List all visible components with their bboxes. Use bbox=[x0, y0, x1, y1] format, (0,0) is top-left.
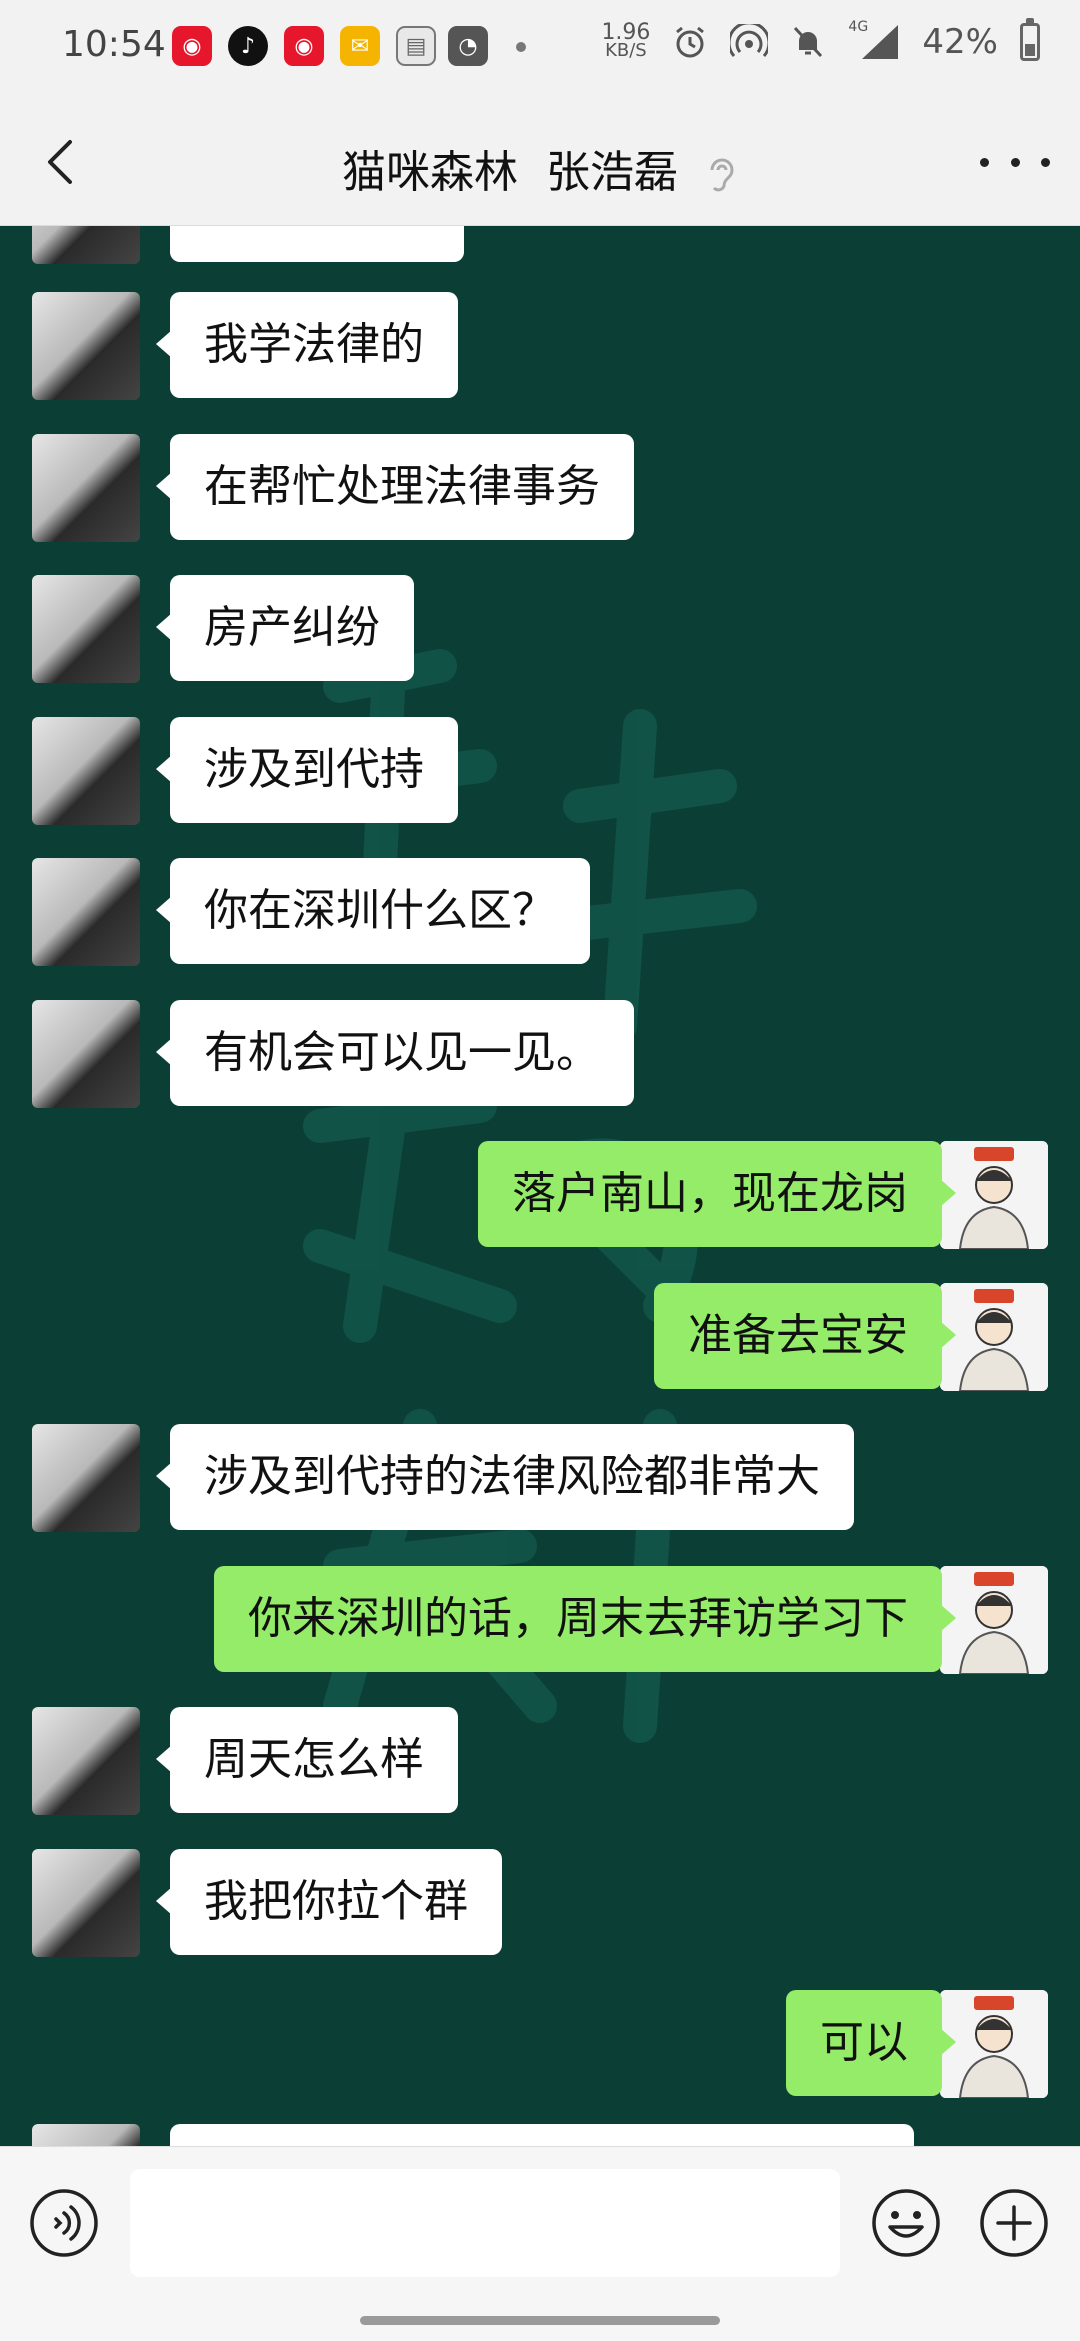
contact-avatar[interactable] bbox=[32, 717, 140, 825]
message-row: 周天怎么样 bbox=[0, 1707, 1080, 1817]
contact-avatar[interactable] bbox=[32, 858, 140, 966]
incoming-message-bubble[interactable]: 在帮忙处理法律事务 bbox=[156, 434, 634, 540]
incoming-message-bubble[interactable]: 我学法律的 bbox=[156, 292, 458, 398]
message-row: 我把你拉个群 bbox=[0, 1849, 1080, 1959]
avatar[interactable] bbox=[32, 2124, 140, 2146]
input-bar bbox=[0, 2146, 1080, 2341]
outgoing-message-bubble[interactable]: 落户南山，现在龙岗 bbox=[478, 1141, 956, 1247]
net-speed-unit: KB/S bbox=[605, 40, 647, 61]
my-avatar[interactable] bbox=[940, 1566, 1048, 1674]
my-avatar[interactable] bbox=[940, 1283, 1048, 1391]
message-row: 在帮忙处理法律事务 bbox=[0, 434, 1080, 544]
weibo-icon: ◉ bbox=[284, 26, 324, 66]
message-row: 我学法律的 bbox=[0, 292, 1080, 402]
outgoing-message-bubble[interactable]: 可以 bbox=[786, 1990, 956, 2096]
voice-icon bbox=[30, 2189, 98, 2257]
partial-message-bottom bbox=[0, 2124, 1080, 2146]
message-row: 可以 bbox=[0, 1990, 1080, 2100]
partial-message-top bbox=[0, 226, 1080, 266]
incoming-message-bubble[interactable]: 房产纠纷 bbox=[156, 575, 414, 681]
contact-avatar[interactable] bbox=[32, 1000, 140, 1108]
contact-avatar[interactable] bbox=[32, 575, 140, 683]
hotspot-icon bbox=[730, 24, 769, 57]
plus-icon bbox=[980, 2189, 1048, 2257]
tiktok-icon: ♪ bbox=[228, 26, 268, 66]
message-row: 你来深圳的话，周末去拜访学习下 bbox=[0, 1566, 1080, 1676]
message-bubble[interactable] bbox=[170, 226, 464, 262]
net-speed: 1.96 KB/S bbox=[601, 22, 650, 61]
incoming-message-bubble[interactable]: 涉及到代持 bbox=[156, 717, 458, 823]
home-indicator bbox=[360, 2316, 720, 2325]
more-dot bbox=[1010, 157, 1020, 167]
incoming-message-bubble[interactable]: 周天怎么样 bbox=[156, 1707, 458, 1813]
incoming-message-bubble[interactable]: 涉及到代持的法律风险都非常大 bbox=[156, 1424, 854, 1530]
voice-button[interactable] bbox=[28, 2187, 100, 2259]
document-icon: ▤ bbox=[396, 26, 436, 66]
message-row: 有机会可以见一见。 bbox=[0, 1000, 1080, 1110]
incoming-message-bubble[interactable]: 我把你拉个群 bbox=[156, 1849, 502, 1955]
status-right: 1.96 KB/S 4G 42% bbox=[601, 18, 1040, 62]
notification-dot-icon bbox=[516, 42, 526, 52]
message-row: 你在深圳什么区？ bbox=[0, 858, 1080, 968]
incoming-message-bubble[interactable]: 你在深圳什么区？ bbox=[156, 858, 590, 964]
title-bar: 猫咪森林 张浩磊 bbox=[0, 100, 1080, 226]
incoming-message-bubble[interactable]: 有机会可以见一见。 bbox=[156, 1000, 634, 1106]
contact-avatar[interactable] bbox=[32, 434, 140, 542]
plus-button[interactable] bbox=[978, 2187, 1050, 2259]
chat-title-text: 猫咪森林 张浩磊 bbox=[342, 147, 678, 198]
more-dot bbox=[980, 157, 989, 167]
contact-avatar[interactable] bbox=[32, 1707, 140, 1815]
avatar[interactable] bbox=[32, 226, 140, 264]
status-time: 10:54 bbox=[62, 24, 166, 65]
battery-percent: 42% bbox=[922, 22, 998, 62]
more-button[interactable] bbox=[980, 142, 1050, 182]
message-row: 涉及到代持的法律风险都非常大 bbox=[0, 1424, 1080, 1534]
more-dot bbox=[1041, 157, 1050, 167]
message-row: 房产纠纷 bbox=[0, 575, 1080, 685]
chat-title: 猫咪森林 张浩磊 bbox=[0, 136, 1080, 200]
my-avatar[interactable] bbox=[940, 1990, 1048, 2098]
emoji-button[interactable] bbox=[870, 2187, 942, 2259]
weibo-icon: ◉ bbox=[172, 26, 212, 66]
outgoing-message-bubble[interactable]: 你来深圳的话，周末去拜访学习下 bbox=[214, 1566, 956, 1672]
app-icon: ◔ bbox=[448, 26, 488, 66]
message-row: 落户南山，现在龙岗 bbox=[0, 1141, 1080, 1251]
alarm-icon bbox=[676, 26, 705, 58]
message-row: 准备去宝安 bbox=[0, 1283, 1080, 1393]
battery-icon bbox=[1020, 18, 1040, 61]
contact-avatar[interactable] bbox=[32, 1849, 140, 1957]
message-row: 涉及到代持 bbox=[0, 717, 1080, 827]
signal-icon: 4G bbox=[848, 19, 900, 61]
mute-bell-icon bbox=[794, 26, 823, 58]
my-avatar[interactable] bbox=[940, 1141, 1048, 1249]
earpiece-icon bbox=[710, 158, 734, 192]
emoji-icon bbox=[872, 2189, 940, 2257]
contact-avatar[interactable] bbox=[32, 1424, 140, 1532]
message-bubble[interactable] bbox=[170, 2124, 914, 2146]
message-input[interactable] bbox=[130, 2169, 840, 2277]
status-bar: 10:54 ◉ ♪ ◉ ✉ ▤ ◔ 1.96 KB/S 4G 42% bbox=[0, 0, 1080, 100]
contact-avatar[interactable] bbox=[32, 292, 140, 400]
outgoing-message-bubble[interactable]: 准备去宝安 bbox=[654, 1283, 956, 1389]
mail-icon: ✉ bbox=[340, 26, 380, 66]
chat-area[interactable]: 我学法律的在帮忙处理法律事务 房产纠纷涉及到代持你在深圳什么区？ 有机会可以见一见。… bbox=[0, 226, 1080, 2146]
